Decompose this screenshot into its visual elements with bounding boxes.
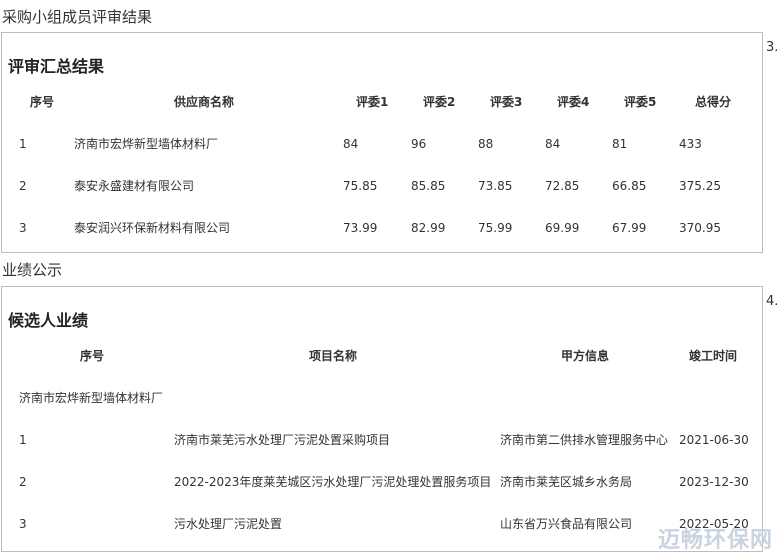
table-cell: 1: [19, 433, 27, 447]
site-watermark: 迈畅环保网: [657, 528, 773, 553]
table-cell: 济南市宏烨新型墙体材料厂: [74, 137, 219, 151]
col-header-index: 序号: [80, 349, 105, 363]
col-header-judge5: 评委5: [624, 95, 657, 109]
table-cell: 96: [411, 137, 427, 151]
table-cell: 67.99: [612, 221, 647, 235]
table-cell: 济南市莱芜污水处理厂污泥处置采购项目: [174, 433, 391, 447]
table-cell: 75.99: [478, 221, 513, 235]
col-header-judge1: 评委1: [356, 95, 389, 109]
col-header-supplier: 供应商名称: [174, 95, 235, 109]
col-header-judge3: 评委3: [490, 95, 523, 109]
col-header-project: 项目名称: [309, 349, 358, 363]
table-cell: 88: [478, 137, 494, 151]
table-cell: 82.99: [411, 221, 446, 235]
review-summary-title: 评审汇总结果: [8, 57, 105, 76]
candidate-performance-panel: 候选人业绩 序号 项目名称 甲方信息 竣工时间 济南市宏烨新型墙体材料厂 1 济…: [1, 286, 763, 552]
col-header-client: 甲方信息: [561, 349, 610, 363]
table-cell: 375.25: [679, 179, 721, 193]
table-cell: 75.85: [343, 179, 378, 193]
table-cell: 2022-2023年度莱芜城区污水处理厂污泥处理处置服务项目: [174, 475, 492, 489]
table-cell: 84: [545, 137, 561, 151]
table-cell: 2021-06-30: [679, 433, 749, 447]
table-cell: 1: [19, 137, 27, 151]
table-cell: 69.99: [545, 221, 580, 235]
candidate-name: 济南市宏烨新型墙体材料厂: [19, 391, 164, 405]
col-header-completion: 竣工时间: [689, 349, 738, 363]
table-cell: 433: [679, 137, 702, 151]
section-number-4: 4.: [766, 294, 779, 309]
table-cell: 3: [19, 221, 27, 235]
candidate-performance-title: 候选人业绩: [8, 311, 89, 330]
table-cell: 泰安永盛建材有限公司: [74, 179, 195, 193]
table-cell: 85.85: [411, 179, 446, 193]
col-header-total: 总得分: [695, 95, 732, 109]
table-cell: 污水处理厂污泥处置: [174, 517, 283, 531]
section-number-3: 3.: [766, 40, 779, 55]
table-cell: 72.85: [545, 179, 580, 193]
table-cell: 81: [612, 137, 628, 151]
table-cell: 泰安润兴环保新材料有限公司: [74, 221, 231, 235]
table-cell: 370.95: [679, 221, 721, 235]
col-header-judge4: 评委4: [557, 95, 590, 109]
review-summary-panel: 评审汇总结果 序号 供应商名称 评委1 评委2 评委3 评委4 评委5 总得分 …: [1, 32, 763, 253]
table-cell: 2: [19, 179, 27, 193]
table-cell: 73.99: [343, 221, 378, 235]
col-header-index: 序号: [30, 95, 55, 109]
section-label-performance: 业绩公示: [2, 261, 63, 279]
table-cell: 2023-12-30: [679, 475, 749, 489]
table-cell: 66.85: [612, 179, 647, 193]
table-cell: 2: [19, 475, 27, 489]
table-cell: 济南市第二供排水管理服务中心: [500, 433, 669, 447]
table-cell: 84: [343, 137, 359, 151]
table-cell: 73.85: [478, 179, 513, 193]
table-cell: 济南市莱芜区城乡水务局: [500, 475, 633, 489]
table-cell: 山东省万兴食品有限公司: [500, 517, 633, 531]
col-header-judge2: 评委2: [423, 95, 456, 109]
table-cell: 3: [19, 517, 27, 531]
section-label-review-result: 采购小组成员评审结果: [2, 8, 153, 26]
